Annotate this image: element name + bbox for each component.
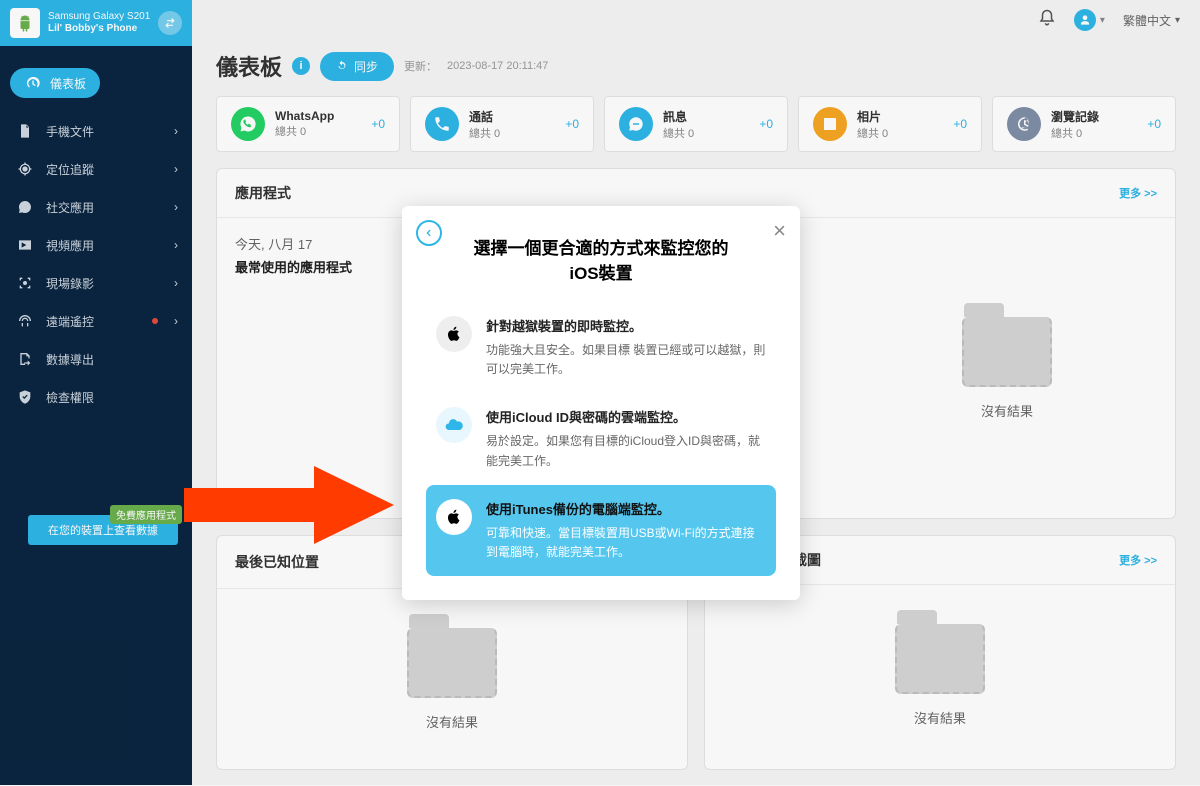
apple-icon	[436, 499, 472, 535]
option-title: 使用iCloud ID與密碼的雲端監控。	[486, 407, 766, 426]
apple-icon	[436, 316, 472, 352]
option-icloud[interactable]: 使用iCloud ID與密碼的雲端監控。 易於設定。如果您有目標的iCloud登…	[426, 393, 776, 484]
monitor-mode-modal: × 選擇一個更合適的方式來監控您的iOS裝置 針對越獄裝置的即時監控。 功能強大…	[402, 206, 800, 600]
option-desc: 功能強大且安全。如果目標 裝置已經或可以越獄，則可以完美工作。	[486, 341, 766, 379]
option-desc: 可靠和快速。當目標裝置用USB或Wi-Fi的方式連接到電腦時，就能完美工作。	[486, 524, 766, 562]
option-jailbreak[interactable]: 針對越獄裝置的即時監控。 功能強大且安全。如果目標 裝置已經或可以越獄，則可以完…	[426, 302, 776, 393]
option-title: 使用iTunes備份的電腦端監控。	[486, 499, 766, 518]
cloud-icon	[436, 407, 472, 443]
option-itunes[interactable]: 使用iTunes備份的電腦端監控。 可靠和快速。當目標裝置用USB或Wi-Fi的…	[426, 485, 776, 576]
option-title: 針對越獄裝置的即時監控。	[486, 316, 766, 335]
close-button[interactable]: ×	[773, 218, 786, 244]
back-button[interactable]	[416, 220, 442, 246]
option-desc: 易於設定。如果您有目標的iCloud登入ID與密碼，就能完美工作。	[486, 432, 766, 470]
modal-title: 選擇一個更合適的方式來監控您的iOS裝置	[426, 228, 776, 302]
